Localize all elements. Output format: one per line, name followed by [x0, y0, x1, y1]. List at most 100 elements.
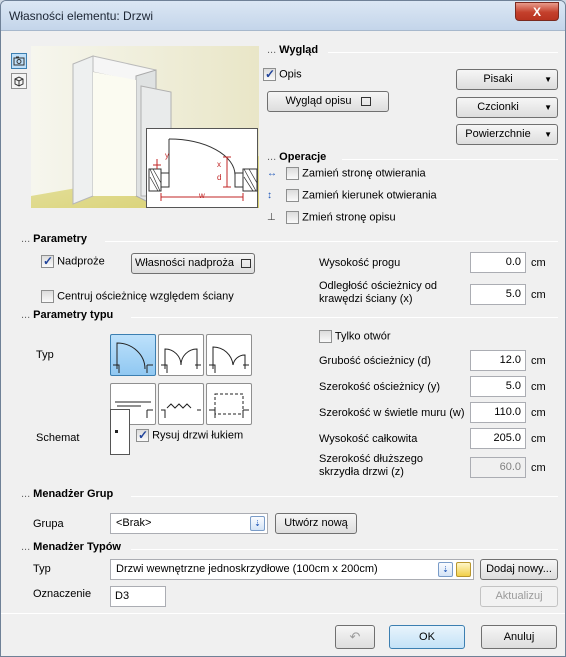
aktualizuj-button: Aktualizuj: [480, 586, 558, 607]
opis-checkbox-row[interactable]: Opis: [263, 67, 302, 81]
operation-row-3[interactable]: ⊥ Zmień stronę opisu: [267, 211, 396, 224]
rysuj-checkbox[interactable]: [136, 428, 149, 442]
type-button-double-swing[interactable]: [158, 334, 204, 376]
section-operacje-title: Operacje: [279, 151, 327, 163]
zmien-opis-checkbox[interactable]: [286, 211, 300, 224]
wlasnosci-nadproza-button[interactable]: Własności nadproża: [131, 253, 255, 274]
zamien-strone-checkbox[interactable]: [286, 167, 300, 180]
unit-label: cm: [531, 462, 546, 474]
oznaczenie-input[interactable]: D3: [110, 586, 166, 607]
label-y: y: [165, 151, 169, 160]
field-label: Szerokość w świetle muru (w): [319, 407, 465, 419]
flip-description-icon: ⊥: [267, 212, 276, 223]
divider: [342, 159, 558, 160]
close-button[interactable]: X: [515, 2, 559, 21]
dialog-window: Własności elementu: Drzwi X y x d w ... …: [0, 0, 566, 657]
double-door-icon: [161, 348, 201, 373]
type-button-single-swing[interactable]: [110, 334, 156, 376]
anuluj-button[interactable]: Anuluj: [481, 625, 557, 649]
ok-button[interactable]: OK: [389, 625, 465, 649]
unit-label: cm: [531, 355, 546, 367]
zamien-kierunek-checkbox[interactable]: [286, 189, 300, 202]
unit-label: cm: [531, 289, 546, 301]
chevron-down-icon: ▼: [544, 130, 552, 139]
pisaki-dropdown[interactable]: Pisaki ▼: [456, 69, 558, 90]
zmien-opis-label: Zmień stronę opisu: [302, 211, 396, 224]
operation-row-1[interactable]: ↔ Zamień stronę otwierania: [267, 167, 426, 180]
title-bar: Własności elementu: Drzwi X: [1, 1, 565, 31]
opening-only-icon: [209, 393, 249, 418]
typ-label: Typ: [36, 349, 54, 361]
section-menadzer-typow-title: Menadżer Typów: [33, 541, 121, 553]
rysuj-row[interactable]: Rysuj drzwi łukiem: [136, 428, 244, 442]
grupa-value: <Brak>: [116, 517, 152, 529]
powierzchnie-dropdown[interactable]: Powierzchnie ▼: [456, 124, 558, 145]
swap-side-icon: ↔: [267, 168, 277, 179]
footer-divider: [1, 613, 565, 614]
utworz-nowa-button[interactable]: Utwórz nową: [275, 513, 357, 534]
wysokosc-progu-input[interactable]: 0.0: [470, 252, 526, 273]
cube-icon: [14, 76, 24, 87]
chevron-down-icon: ▼: [544, 103, 552, 112]
view-3d-toggle[interactable]: [11, 53, 27, 69]
label-d: d: [217, 173, 222, 182]
section-menadzer-typow: ... Menadżer Typów: [21, 541, 121, 553]
wysokosc-calkowita-input[interactable]: 205.0: [470, 428, 526, 449]
camera-icon: [13, 56, 25, 66]
typ-select[interactable]: Drzwi wewnętrzne jednoskrzydłowe (100cm …: [110, 559, 474, 580]
field-label: Wysokość całkowita: [319, 433, 418, 445]
centruj-row[interactable]: Centruj ościeżnicę względem ściany: [41, 290, 234, 303]
unit-label: cm: [531, 407, 546, 419]
view-box-toggle[interactable]: [11, 73, 27, 89]
divider: [105, 241, 558, 242]
undo-button[interactable]: ↶: [335, 625, 375, 649]
nadproze-checkbox[interactable]: [41, 254, 54, 268]
typ-label: Typ: [33, 563, 51, 575]
wyglad-opisu-button[interactable]: Wygląd opisu: [267, 91, 389, 112]
czcionki-dropdown[interactable]: Czcionki ▼: [456, 97, 558, 118]
tylko-otwor-checkbox[interactable]: [319, 330, 332, 343]
grupa-label: Grupa: [33, 518, 64, 530]
dodaj-nowy-button[interactable]: Dodaj nowy...: [480, 559, 558, 580]
wyglad-opisu-label: Wygląd opisu: [285, 95, 352, 107]
centruj-checkbox[interactable]: [41, 290, 54, 303]
opis-label: Opis: [279, 68, 302, 81]
wlasnosci-nadproza-label: Własności nadproża: [134, 257, 234, 269]
section-parametry-typu-title: Parametry typu: [33, 309, 114, 321]
open-window-icon: [241, 258, 252, 268]
divider: [328, 52, 558, 53]
odleglosc-input[interactable]: 5.0: [470, 284, 526, 305]
grupa-select[interactable]: <Brak> ⇣: [110, 513, 268, 534]
field-label: Grubość ościeżnicy (d): [319, 355, 431, 367]
typ-value: Drzwi wewnętrzne jednoskrzydłowe (100cm …: [116, 563, 378, 575]
divider: [131, 496, 558, 497]
type-button-uneven-swing[interactable]: [206, 334, 252, 376]
section-parametry: ... Parametry: [21, 233, 87, 245]
oznaczenie-value: D3: [115, 590, 130, 602]
picker-icon[interactable]: ⇣: [250, 516, 265, 531]
opis-checkbox[interactable]: [263, 67, 276, 81]
tylko-otwor-row[interactable]: Tylko otwór: [319, 330, 391, 343]
zamien-kierunek-label: Zamień kierunek otwierania: [302, 189, 437, 202]
nadproze-row[interactable]: Nadproże: [41, 254, 105, 268]
schemat-preview[interactable]: [110, 409, 130, 455]
window-title: Własności elementu: Drzwi: [9, 9, 154, 23]
type-button-opening[interactable]: [206, 383, 252, 425]
grubosc-input[interactable]: 12.0: [470, 350, 526, 371]
szerokosc-muru-input[interactable]: 110.0: [470, 402, 526, 423]
uneven-door-icon: [209, 346, 249, 373]
label-w: w: [199, 191, 205, 200]
operation-row-2[interactable]: ↕ Zamień kierunek otwierania: [267, 189, 437, 202]
door-plan-inset: y x d w: [146, 128, 258, 208]
rysuj-label: Rysuj drzwi łukiem: [152, 429, 244, 442]
pisaki-label: Pisaki: [483, 73, 513, 85]
section-wyglad-title: Wygląd: [279, 44, 319, 56]
szerokosc-oscieznicy-input[interactable]: 5.0: [470, 376, 526, 397]
divider: [131, 317, 558, 318]
section-wyglad: ... Wygląd: [267, 44, 319, 56]
tylko-otwor-label: Tylko otwór: [334, 330, 391, 343]
type-button-folding[interactable]: [158, 383, 204, 425]
nadproze-label: Nadproże: [57, 255, 105, 268]
picker-icon[interactable]: ⇣: [438, 562, 453, 577]
library-icon[interactable]: [456, 562, 471, 577]
